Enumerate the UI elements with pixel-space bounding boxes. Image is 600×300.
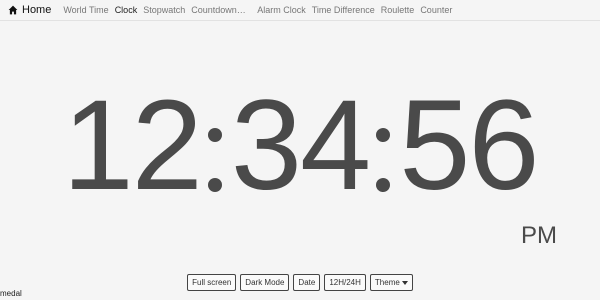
clock-display: 12 34 56 xyxy=(0,82,600,210)
nav-counter[interactable]: Counter xyxy=(420,5,452,15)
clock-minutes: 34 xyxy=(230,74,371,217)
fullscreen-button[interactable]: Full screen xyxy=(187,274,237,291)
colon-separator xyxy=(369,96,399,196)
nav-time-difference[interactable]: Time Difference xyxy=(312,5,375,15)
nav-clock[interactable]: Clock xyxy=(115,5,138,15)
theme-dropdown[interactable]: Theme xyxy=(369,274,413,291)
nav-roulette[interactable]: Roulette xyxy=(381,5,415,15)
nav-countdown-timer[interactable]: Countdown Timer xyxy=(191,5,247,15)
date-button[interactable]: Date xyxy=(293,274,321,291)
hour-format-button[interactable]: 12H/24H xyxy=(324,274,366,291)
ampm-indicator: PM xyxy=(521,222,557,249)
theme-label: Theme xyxy=(374,278,400,287)
clock-seconds: 56 xyxy=(399,74,539,217)
home-link[interactable]: Home xyxy=(8,4,51,16)
dark-mode-button[interactable]: Dark Mode xyxy=(240,274,290,291)
medal-text: medal xyxy=(0,289,22,298)
top-navbar: Home World Time Clock Stopwatch Countdow… xyxy=(0,0,600,21)
caret-down-icon xyxy=(401,280,408,285)
nav-stopwatch[interactable]: Stopwatch xyxy=(143,5,185,15)
colon-separator xyxy=(201,96,231,196)
home-label: Home xyxy=(22,4,52,16)
nav-world-time[interactable]: World Time xyxy=(63,5,108,15)
nav-alarm-clock[interactable]: Alarm Clock xyxy=(257,5,306,15)
home-icon xyxy=(8,5,18,15)
clock-toolbar: Full screen Dark Mode Date 12H/24H Theme xyxy=(0,274,600,291)
clock-hours: 12 xyxy=(62,74,202,217)
